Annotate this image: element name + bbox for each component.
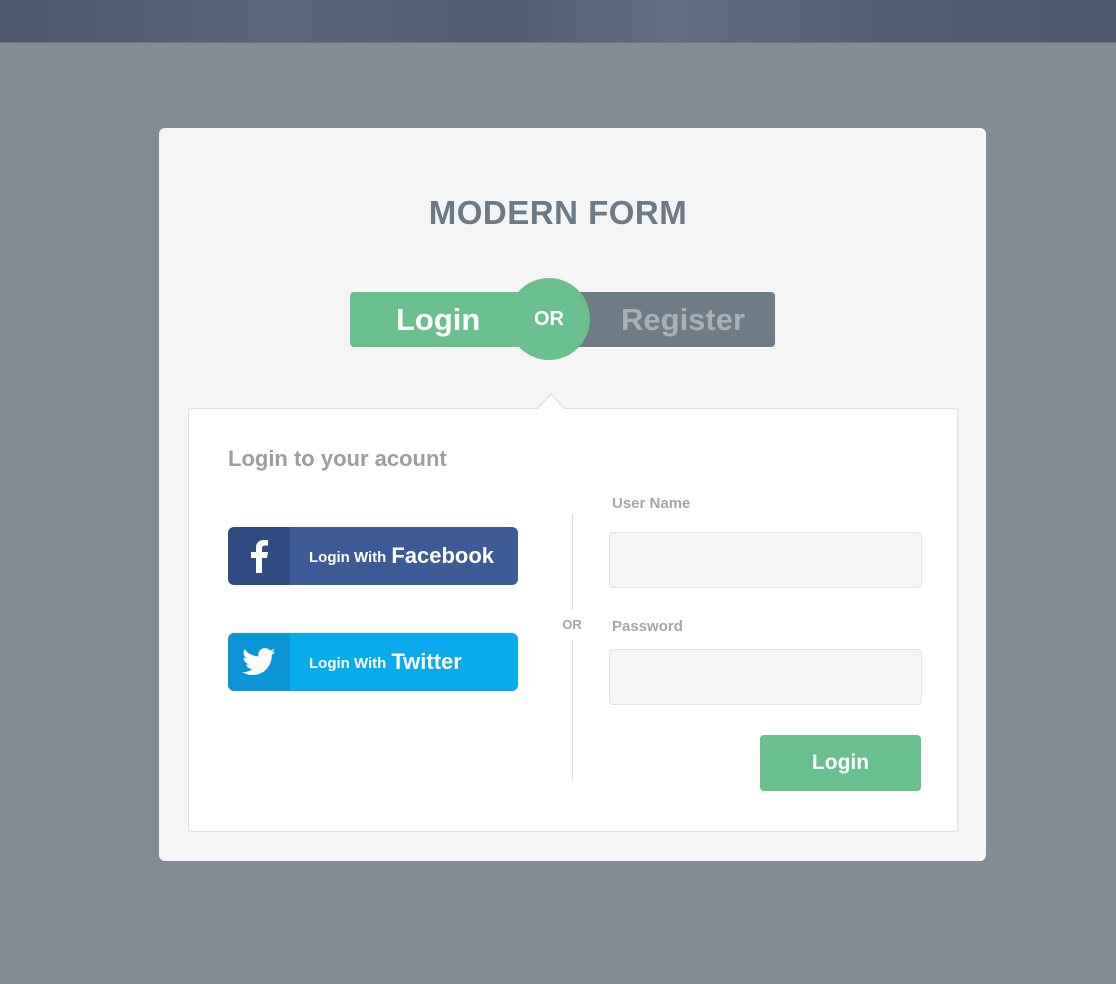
password-input[interactable] [609,649,922,705]
divider-or-label: OR [562,617,582,632]
panel-heading: Login to your acount [228,446,447,471]
twitter-login-prefix: Login With [309,655,387,672]
panel-pointer-fill [537,395,565,410]
username-input[interactable] [609,532,922,588]
facebook-login-button[interactable]: Login With Facebook [228,527,518,585]
facebook-icon [228,527,290,585]
form-title: MODERN FORM [428,194,688,231]
username-label: User Name [612,495,691,512]
login-submit-button[interactable]: Login [760,735,921,791]
vertical-divider-top [572,514,573,610]
vertical-divider-bottom [572,640,573,780]
twitter-icon [228,633,290,691]
tab-register-label: Register [621,301,746,337]
facebook-login-brand: Facebook [391,543,495,568]
tab-login-label: Login [396,301,481,337]
password-label: Password [612,618,683,635]
facebook-login-prefix: Login With [309,549,387,566]
tabs-or-badge: OR [508,278,590,360]
tab-register[interactable]: Register [560,292,775,347]
twitter-login-brand: Twitter [391,649,462,674]
twitter-login-button[interactable]: Login With Twitter [228,633,518,691]
top-bar [0,0,1116,42]
